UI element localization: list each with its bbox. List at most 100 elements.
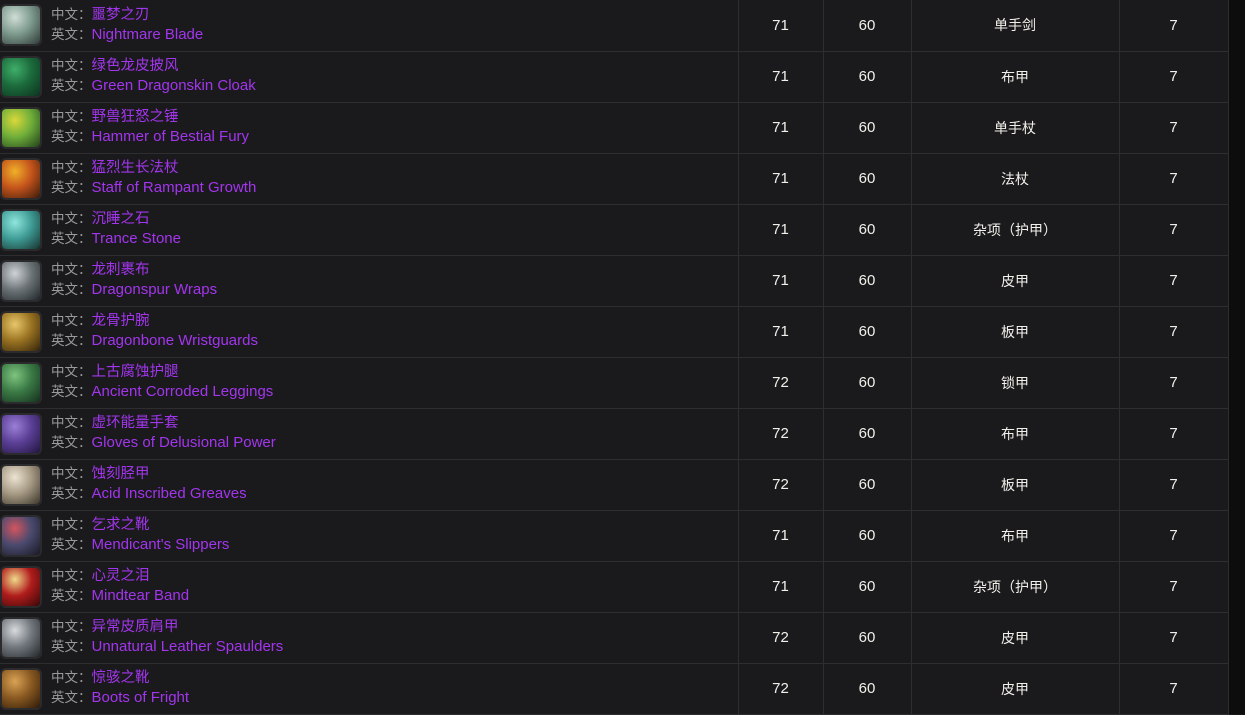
- item-name-cn[interactable]: 乞求之靴: [92, 517, 150, 533]
- item-name-en[interactable]: Ancient Corroded Leggings: [92, 383, 274, 400]
- item-name-cn[interactable]: 虚环能量手套: [92, 415, 179, 431]
- item-name-cn[interactable]: 蚀刻胫甲: [92, 466, 150, 482]
- item-level-cell: 72: [738, 357, 824, 409]
- item-cell: 中文：龙刺裹布 英文：Dragonspur Wraps: [0, 255, 739, 307]
- table-row[interactable]: 中文：龙刺裹布 英文：Dragonspur Wraps 71 60 皮甲 7: [0, 255, 1245, 307]
- table-row[interactable]: 中文：乞求之靴 英文：Mendicant's Slippers 71 60 布甲 7: [0, 510, 1245, 562]
- item-cell: 中文：上古腐蚀护腿 英文：Ancient Corroded Leggings: [0, 357, 739, 409]
- table-row[interactable]: 中文：噩梦之刃 英文：Nightmare Blade 71 60 单手剑 7: [0, 0, 1245, 52]
- table-edge-spacer: [1228, 255, 1245, 306]
- item-cell: 中文：乞求之靴 英文：Mendicant's Slippers: [0, 510, 739, 562]
- table-row[interactable]: 中文：心灵之泪 英文：Mindtear Band 71 60 杂项（护甲） 7: [0, 561, 1245, 613]
- required-level-cell: 60: [823, 408, 912, 460]
- item-names: 中文：乞求之靴 英文：Mendicant's Slippers: [51, 515, 229, 556]
- item-name-en[interactable]: Dragonbone Wristguards: [92, 332, 258, 349]
- greaves-icon[interactable]: [0, 463, 42, 506]
- table-edge-spacer: [1228, 408, 1245, 459]
- item-name-en[interactable]: Green Dragonskin Cloak: [92, 77, 256, 94]
- item-name-en[interactable]: Boots of Fright: [92, 689, 190, 706]
- item-list-table: 中文：噩梦之刃 英文：Nightmare Blade 71 60 单手剑 7 中文：绿色龙皮…: [0, 0, 1245, 715]
- item-type-cell: 杂项（护甲）: [911, 561, 1120, 613]
- bracer-wraps-icon[interactable]: [0, 259, 42, 302]
- item-name-cn[interactable]: 龙骨护腕: [92, 313, 150, 329]
- item-names: 中文：惊骇之靴 英文：Boots of Fright: [51, 668, 189, 709]
- item-name-en[interactable]: Unnatural Leather Spaulders: [92, 638, 284, 655]
- table-row[interactable]: 中文：猛烈生长法杖 英文：Staff of Rampant Growth 71 60 法…: [0, 153, 1245, 205]
- name-row-en: 英文：Green Dragonskin Cloak: [51, 76, 256, 97]
- name-row-en: 英文：Gloves of Delusional Power: [51, 433, 276, 454]
- item-level-cell: 72: [738, 612, 824, 664]
- item-name-en[interactable]: Mindtear Band: [92, 587, 190, 604]
- item-name-cn[interactable]: 沉睡之石: [92, 211, 150, 227]
- item-name-en[interactable]: Gloves of Delusional Power: [92, 434, 276, 451]
- lang-label-en: 英文：: [51, 435, 92, 451]
- staff-icon[interactable]: [0, 157, 42, 200]
- slot-cell: 7: [1119, 612, 1229, 664]
- item-name-en[interactable]: Hammer of Bestial Fury: [92, 128, 250, 145]
- name-row-cn: 中文：异常皮质肩甲: [51, 617, 283, 637]
- item-list-body: 中文：噩梦之刃 英文：Nightmare Blade 71 60 单手剑 7 中文：绿色龙皮…: [0, 0, 1245, 715]
- wristguard-icon[interactable]: [0, 310, 42, 353]
- orb-icon[interactable]: [0, 208, 42, 251]
- ring-icon[interactable]: [0, 565, 42, 608]
- item-level-cell: 71: [738, 102, 824, 154]
- item-cell: 中文：蚀刻胫甲 英文：Acid Inscribed Greaves: [0, 459, 739, 511]
- item-name-cn[interactable]: 惊骇之靴: [92, 670, 150, 686]
- item-names: 中文：心灵之泪 英文：Mindtear Band: [51, 566, 189, 607]
- item-name-cn[interactable]: 心灵之泪: [92, 568, 150, 584]
- leggings-icon[interactable]: [0, 361, 42, 404]
- table-row[interactable]: 中文：虚环能量手套 英文：Gloves of Delusional Power 72…: [0, 408, 1245, 460]
- lang-label-cn: 中文：: [51, 58, 92, 74]
- table-edge-spacer: [1228, 612, 1245, 663]
- name-row-en: 英文：Dragonbone Wristguards: [51, 331, 258, 352]
- item-type-cell: 布甲: [911, 51, 1120, 103]
- icon-artwork: [2, 312, 40, 351]
- item-name-cn[interactable]: 上古腐蚀护腿: [92, 364, 179, 380]
- boots-icon[interactable]: [0, 667, 42, 710]
- gloves-icon[interactable]: [0, 412, 42, 455]
- item-name-en[interactable]: Staff of Rampant Growth: [92, 179, 257, 196]
- name-row-en: 英文：Ancient Corroded Leggings: [51, 382, 273, 403]
- cloak-icon[interactable]: [0, 55, 42, 98]
- lang-label-cn: 中文：: [51, 670, 92, 686]
- item-name-cn[interactable]: 野兽狂怒之锤: [92, 109, 179, 125]
- slippers-icon[interactable]: [0, 514, 42, 557]
- slot-cell: 7: [1119, 408, 1229, 460]
- table-row[interactable]: 中文：惊骇之靴 英文：Boots of Fright 72 60 皮甲 7: [0, 663, 1245, 715]
- item-name-cn[interactable]: 噩梦之刃: [92, 7, 150, 23]
- table-row[interactable]: 中文：野兽狂怒之锤 英文：Hammer of Bestial Fury 71 60 单手…: [0, 102, 1245, 154]
- hammer-icon[interactable]: [0, 106, 42, 149]
- spaulders-icon[interactable]: [0, 616, 42, 659]
- item-name-cn[interactable]: 龙刺裹布: [92, 262, 150, 278]
- item-name-cn[interactable]: 异常皮质肩甲: [92, 619, 179, 635]
- sword-icon[interactable]: [0, 4, 42, 47]
- icon-artwork: [2, 261, 40, 300]
- item-names: 中文：龙骨护腕 英文：Dragonbone Wristguards: [51, 311, 258, 352]
- name-row-cn: 中文：虚环能量手套: [51, 413, 276, 433]
- required-level-cell: 60: [823, 0, 912, 52]
- required-level-cell: 60: [823, 306, 912, 358]
- item-name-en[interactable]: Acid Inscribed Greaves: [92, 485, 247, 502]
- table-row[interactable]: 中文：蚀刻胫甲 英文：Acid Inscribed Greaves 72 60 板甲 7: [0, 459, 1245, 511]
- item-name-en[interactable]: Mendicant's Slippers: [92, 536, 230, 553]
- name-row-cn: 中文：猛烈生长法杖: [51, 158, 256, 178]
- table-row[interactable]: 中文：绿色龙皮披风 英文：Green Dragonskin Cloak 71 60 布甲…: [0, 51, 1245, 103]
- lang-label-en: 英文：: [51, 537, 92, 553]
- table-row[interactable]: 中文：异常皮质肩甲 英文：Unnatural Leather Spaulders 7…: [0, 612, 1245, 664]
- item-name-en[interactable]: Nightmare Blade: [92, 26, 204, 43]
- table-edge-spacer: [1228, 510, 1245, 561]
- item-names: 中文：绿色龙皮披风英文：Green Dragonskin Cloak: [51, 56, 256, 97]
- table-row[interactable]: 中文：上古腐蚀护腿 英文：Ancient Corroded Leggings 72 6…: [0, 357, 1245, 409]
- item-type-cell: 布甲: [911, 510, 1120, 562]
- item-name-en[interactable]: Trance Stone: [92, 230, 182, 247]
- item-name-en[interactable]: Dragonspur Wraps: [92, 281, 218, 298]
- item-name-cn[interactable]: 猛烈生长法杖: [92, 160, 179, 176]
- table-edge-spacer: [1228, 204, 1245, 255]
- table-row[interactable]: 中文：沉睡之石 英文：Trance Stone 71 60 杂项（护甲） 7: [0, 204, 1245, 256]
- item-name-cn[interactable]: 绿色龙皮披风: [92, 58, 179, 74]
- item-names: 中文：虚环能量手套 英文：Gloves of Delusional Power: [51, 413, 276, 454]
- name-row-cn: 中文：上古腐蚀护腿: [51, 362, 273, 382]
- table-row[interactable]: 中文：龙骨护腕 英文：Dragonbone Wristguards 71 60 板甲 7: [0, 306, 1245, 358]
- item-type-cell: 单手杖: [911, 102, 1120, 154]
- icon-artwork: [2, 567, 40, 606]
